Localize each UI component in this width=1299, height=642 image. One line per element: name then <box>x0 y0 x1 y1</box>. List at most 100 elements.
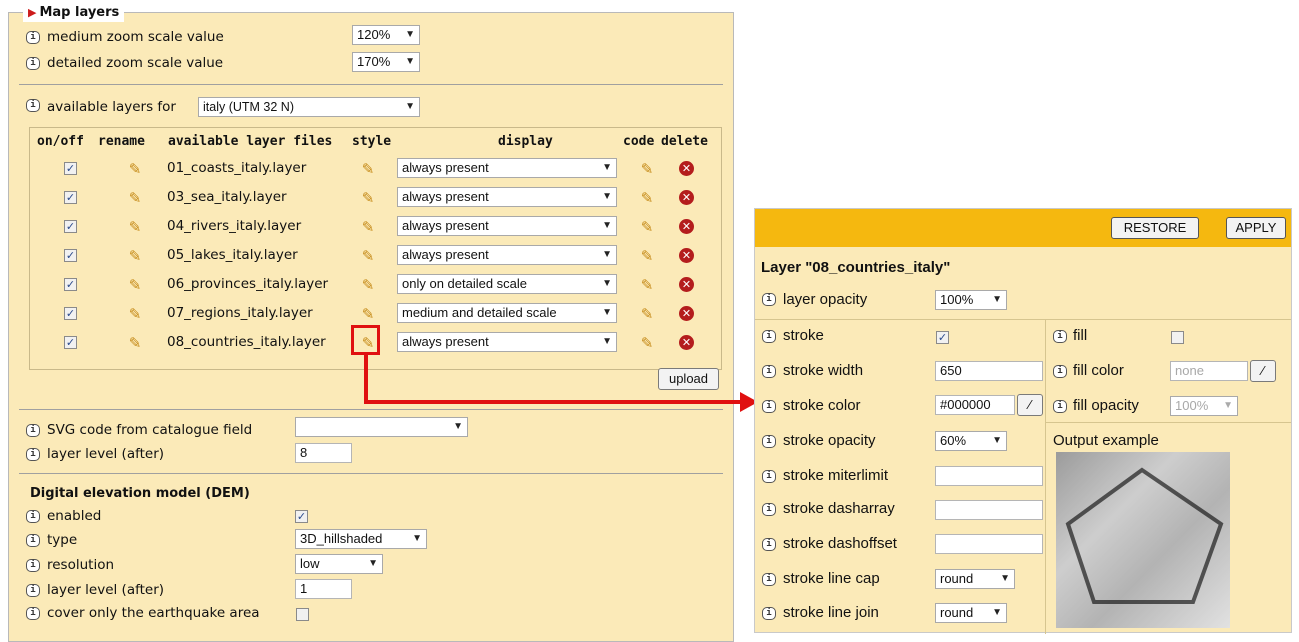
chevron-down-icon: ▼ <box>602 278 612 289</box>
stroke-checkbox[interactable]: ✓ <box>936 331 949 344</box>
info-icon[interactable]: i <box>762 573 776 586</box>
stroke-miterlimit-input[interactable] <box>935 466 1043 486</box>
map-layers-legend[interactable]: ▶ Map layers <box>23 4 125 22</box>
stroke-linejoin-select[interactable]: round ▼ <box>935 603 1007 623</box>
delete-icon[interactable]: ✕ <box>679 335 694 350</box>
rename-pencil-icon[interactable]: ✎ <box>127 306 143 322</box>
divider <box>19 409 723 410</box>
layer-toggle-checkbox[interactable]: ✓ <box>64 307 77 320</box>
info-icon[interactable]: i <box>26 99 40 112</box>
style-pencil-icon[interactable]: ✎ <box>360 277 376 293</box>
layer-level-input[interactable]: 8 <box>295 443 352 463</box>
stroke-opacity-select[interactable]: 60% ▼ <box>935 431 1007 451</box>
info-icon[interactable]: i <box>1053 400 1067 413</box>
code-pencil-icon[interactable]: ✎ <box>639 161 655 177</box>
info-icon[interactable]: i <box>762 470 776 483</box>
layer-toggle-checkbox[interactable]: ✓ <box>64 220 77 233</box>
info-icon[interactable]: i <box>762 293 776 306</box>
info-icon[interactable]: i <box>1053 330 1067 343</box>
delete-icon[interactable]: ✕ <box>679 248 694 263</box>
rename-pencil-icon[interactable]: ✎ <box>127 248 143 264</box>
delete-icon[interactable]: ✕ <box>679 277 694 292</box>
info-icon[interactable]: i <box>26 607 40 620</box>
info-icon[interactable]: i <box>26 448 40 461</box>
info-icon[interactable]: i <box>762 607 776 620</box>
info-icon[interactable]: i <box>762 400 776 413</box>
fill-color-input[interactable]: none <box>1170 361 1248 381</box>
info-icon[interactable]: i <box>26 559 40 572</box>
stroke-linecap-select[interactable]: round ▼ <box>935 569 1015 589</box>
info-icon[interactable]: i <box>762 503 776 516</box>
layer-toggle-checkbox[interactable]: ✓ <box>64 336 77 349</box>
stroke-color-input[interactable]: #000000 <box>935 395 1015 415</box>
info-icon[interactable]: i <box>762 435 776 448</box>
info-icon[interactable]: i <box>26 57 40 70</box>
style-pencil-icon[interactable]: ✎ <box>360 306 376 322</box>
info-icon[interactable]: i <box>762 365 776 378</box>
layer-toggle-checkbox[interactable]: ✓ <box>64 278 77 291</box>
stroke-width-input[interactable]: 650 <box>935 361 1043 381</box>
info-icon[interactable]: i <box>26 534 40 547</box>
code-pencil-icon[interactable]: ✎ <box>639 306 655 322</box>
layer-opacity-select[interactable]: 100% ▼ <box>935 290 1007 310</box>
medium-zoom-select[interactable]: 120% ▼ <box>352 25 420 45</box>
code-pencil-icon[interactable]: ✎ <box>639 277 655 293</box>
layer-toggle-checkbox[interactable]: ✓ <box>64 162 77 175</box>
code-pencil-icon[interactable]: ✎ <box>639 219 655 235</box>
dem-resolution-label: resolution <box>47 557 115 573</box>
rename-pencil-icon[interactable]: ✎ <box>127 190 143 206</box>
delete-icon[interactable]: ✕ <box>679 306 694 321</box>
code-pencil-icon[interactable]: ✎ <box>639 190 655 206</box>
display-select[interactable]: always present ▼ <box>397 158 617 178</box>
collapse-triangle-icon[interactable]: ▶ <box>28 6 36 19</box>
eyedropper-icon[interactable]: ⁄ <box>1017 394 1043 416</box>
dem-level-input[interactable]: 1 <box>295 579 352 599</box>
display-select[interactable]: always present ▼ <box>397 187 617 207</box>
info-icon[interactable]: i <box>26 510 40 523</box>
col-header-delete: delete <box>661 134 708 149</box>
rename-pencil-icon[interactable]: ✎ <box>127 219 143 235</box>
display-select[interactable]: always present ▼ <box>397 216 617 236</box>
code-pencil-icon[interactable]: ✎ <box>639 335 655 351</box>
stroke-dasharray-input[interactable] <box>935 500 1043 520</box>
available-layers-select[interactable]: italy (UTM 32 N) ▼ <box>198 97 420 117</box>
dem-enabled-checkbox[interactable]: ✓ <box>295 510 308 523</box>
display-select[interactable]: only on detailed scale ▼ <box>397 274 617 294</box>
svg-code-select[interactable]: ▼ <box>295 417 468 437</box>
dem-cover-checkbox[interactable]: ✓ <box>296 608 309 621</box>
display-select[interactable]: always present ▼ <box>397 245 617 265</box>
fill-checkbox[interactable]: ✓ <box>1171 331 1184 344</box>
upload-button[interactable]: upload <box>658 368 719 390</box>
layer-toggle-checkbox[interactable]: ✓ <box>64 191 77 204</box>
restore-button[interactable]: RESTORE <box>1111 217 1199 239</box>
info-icon[interactable]: i <box>26 584 40 597</box>
rename-pencil-icon[interactable]: ✎ <box>127 277 143 293</box>
style-pencil-icon[interactable]: ✎ <box>360 161 376 177</box>
info-icon[interactable]: i <box>26 31 40 44</box>
style-pencil-icon[interactable]: ✎ <box>360 190 376 206</box>
delete-icon[interactable]: ✕ <box>679 190 694 205</box>
fill-opacity-select[interactable]: 100% ▼ <box>1170 396 1238 416</box>
info-icon[interactable]: i <box>26 424 40 437</box>
layer-toggle-checkbox[interactable]: ✓ <box>64 249 77 262</box>
rename-pencil-icon[interactable]: ✎ <box>127 335 143 351</box>
dem-type-select[interactable]: 3D_hillshaded ▼ <box>295 529 427 549</box>
apply-button[interactable]: APPLY <box>1226 217 1286 239</box>
display-select[interactable]: medium and detailed scale ▼ <box>397 303 617 323</box>
style-pencil-icon[interactable]: ✎ <box>360 248 376 264</box>
rename-pencil-icon[interactable]: ✎ <box>127 161 143 177</box>
info-icon[interactable]: i <box>762 538 776 551</box>
info-icon[interactable]: i <box>1053 365 1067 378</box>
eyedropper-icon[interactable]: ⁄ <box>1250 360 1276 382</box>
stroke-dashoffset-input[interactable] <box>935 534 1043 554</box>
info-icon[interactable]: i <box>762 330 776 343</box>
delete-icon[interactable]: ✕ <box>679 161 694 176</box>
detailed-zoom-select[interactable]: 170% ▼ <box>352 52 420 72</box>
arrow-line <box>364 400 742 404</box>
style-pencil-icon[interactable]: ✎ <box>360 219 376 235</box>
dem-resolution-select[interactable]: low ▼ <box>295 554 383 574</box>
layer-file-name: 05_lakes_italy.layer <box>167 247 298 263</box>
display-select[interactable]: always present ▼ <box>397 332 617 352</box>
code-pencil-icon[interactable]: ✎ <box>639 248 655 264</box>
delete-icon[interactable]: ✕ <box>679 219 694 234</box>
